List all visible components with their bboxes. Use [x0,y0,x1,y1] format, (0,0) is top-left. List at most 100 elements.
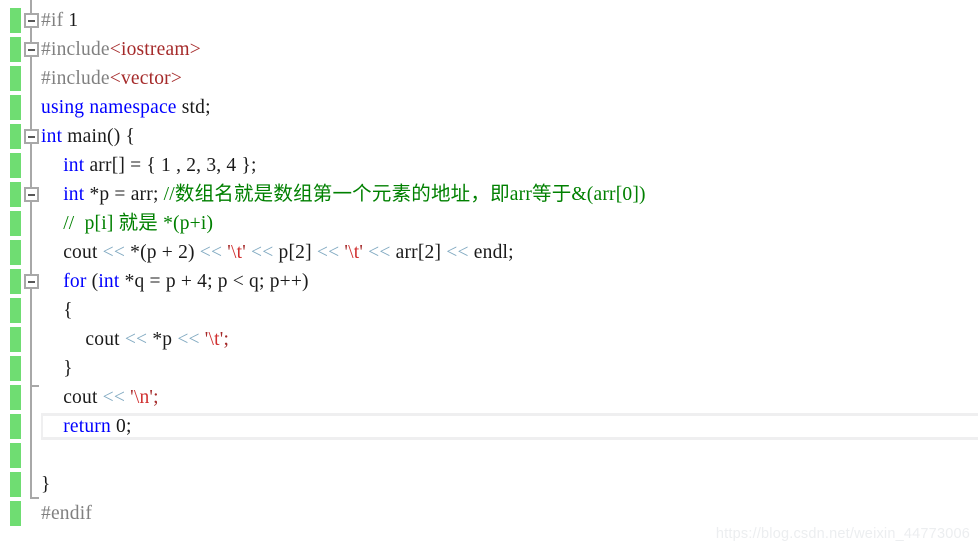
code-token: arr[] = { 1 , 2, 3, 4 }; [84,155,257,176]
change-bar-segment [10,124,21,149]
code-line[interactable]: return 0; [63,412,131,441]
code-line[interactable]: int *p = arr; //数组名就是数组第一个元素的地址，即arr等于&(… [63,180,646,209]
code-line[interactable]: int main() { [41,122,135,151]
code-token: ' [222,242,231,263]
fold-guide-line [30,0,32,8]
code-line[interactable]: // p[i] 就是 *(p+i) [63,209,213,238]
code-token: *(p + 2) [125,242,200,263]
code-token: << [102,242,126,263]
code-token: << [446,242,469,263]
code-token: *q = p + 4; p < q; p++) [119,271,309,292]
code-token: ' [339,242,349,263]
fold-guide-line [30,412,32,441]
change-bar-segment [10,211,21,236]
code-token: << [199,242,223,263]
fold-region-end-marker [30,497,39,499]
code-token: // p[i] 就是 *(p+i) [63,213,214,234]
code-token: std; [176,97,211,118]
minus-icon [28,19,35,22]
code-token: main() { [62,126,136,147]
code-token: cout [63,387,103,408]
watermark-url: https://blog.csdn.net/weixin_44773006 [715,526,970,542]
change-bar-segment [10,414,21,439]
code-token: 0; [110,416,132,437]
fold-collapse-button[interactable] [24,129,39,144]
code-token: <iostream> [109,39,201,60]
code-line[interactable]: using namespace std; [41,93,211,122]
change-bar-segment [10,8,21,33]
code-line[interactable]: } [41,470,51,499]
code-token: <vector> [109,68,183,89]
code-token: \t [231,242,243,263]
code-token: #include [41,68,110,89]
change-bar-segment [10,327,21,352]
code-token: int [41,126,63,147]
code-token: << [102,387,126,408]
change-bar-segment [10,95,21,120]
code-line[interactable]: cout << '\n'; [63,383,159,412]
code-token: int [63,184,85,205]
code-token: return [63,416,111,437]
code-token: using namespace [41,97,177,118]
code-token: } [41,474,51,495]
change-bar-segment [10,443,21,468]
code-token: int [98,271,120,292]
fold-collapse-button[interactable] [24,13,39,28]
code-editor[interactable]: #if 1 #include<iostream> #include<vector> u… [0,0,978,548]
change-bar-segment [10,37,21,62]
code-token: ' [359,242,369,263]
code-token: #if [41,10,64,31]
code-line[interactable]: { [63,296,73,325]
change-bar-segment [10,472,21,497]
code-line[interactable]: #include<vector> [41,64,182,93]
code-token: cout [63,242,103,263]
change-bar-segment [10,240,21,265]
code-token: cout [85,329,125,350]
minus-icon [28,135,35,138]
code-line[interactable]: } [63,354,73,383]
minus-icon [28,48,35,51]
change-bar-segment [10,356,21,381]
code-token: ( [86,271,99,292]
code-token: \t [208,329,220,350]
fold-collapse-button[interactable] [24,187,39,202]
fold-collapse-button[interactable] [24,42,39,57]
code-token: arr[2] [390,242,447,263]
code-token: << [316,242,340,263]
code-token: #include [41,39,110,60]
fold-guide-line [30,325,32,354]
change-bar-segment [10,153,21,178]
code-token: } [63,358,73,379]
code-line[interactable]: #if 1 [41,6,78,35]
fold-collapse-button[interactable] [24,274,39,289]
change-bar-segment [10,298,21,323]
code-line[interactable]: #include<iostream> [41,35,201,64]
current-line-highlight [41,413,978,440]
minus-icon [28,280,35,283]
fold-guide-line [30,383,32,412]
code-token: int [63,155,85,176]
code-token: p[2] [273,242,317,263]
code-token: << [177,329,200,350]
code-line[interactable]: cout << *p << '\t'; [85,325,229,354]
fold-guide-line [30,354,32,383]
code-line[interactable]: cout << *(p + 2) << '\t' << p[2] << '\t'… [63,238,514,267]
code-token: ' [125,387,134,408]
code-token: '; [219,329,230,350]
change-bar-segment [10,269,21,294]
code-token: ' [199,329,209,350]
code-token: for [63,271,87,292]
code-token: '; [149,387,159,408]
code-line[interactable]: for (int *q = p + 4; p < q; p++) [63,267,309,296]
fold-guide-line [30,238,32,267]
change-bar-segment [10,66,21,91]
code-line[interactable]: #endif [41,499,92,528]
code-line[interactable]: int arr[] = { 1 , 2, 3, 4 }; [63,151,256,180]
fold-guide-line [30,470,32,499]
code-token: << [251,242,274,263]
fold-guide-line [30,209,32,238]
code-token: \n [133,387,150,408]
fold-guide-line [30,64,32,93]
code-token: //数组名就是数组第一个元素的地址，即arr等于&(arr[0]) [163,184,646,205]
code-token: 1 [63,10,79,31]
